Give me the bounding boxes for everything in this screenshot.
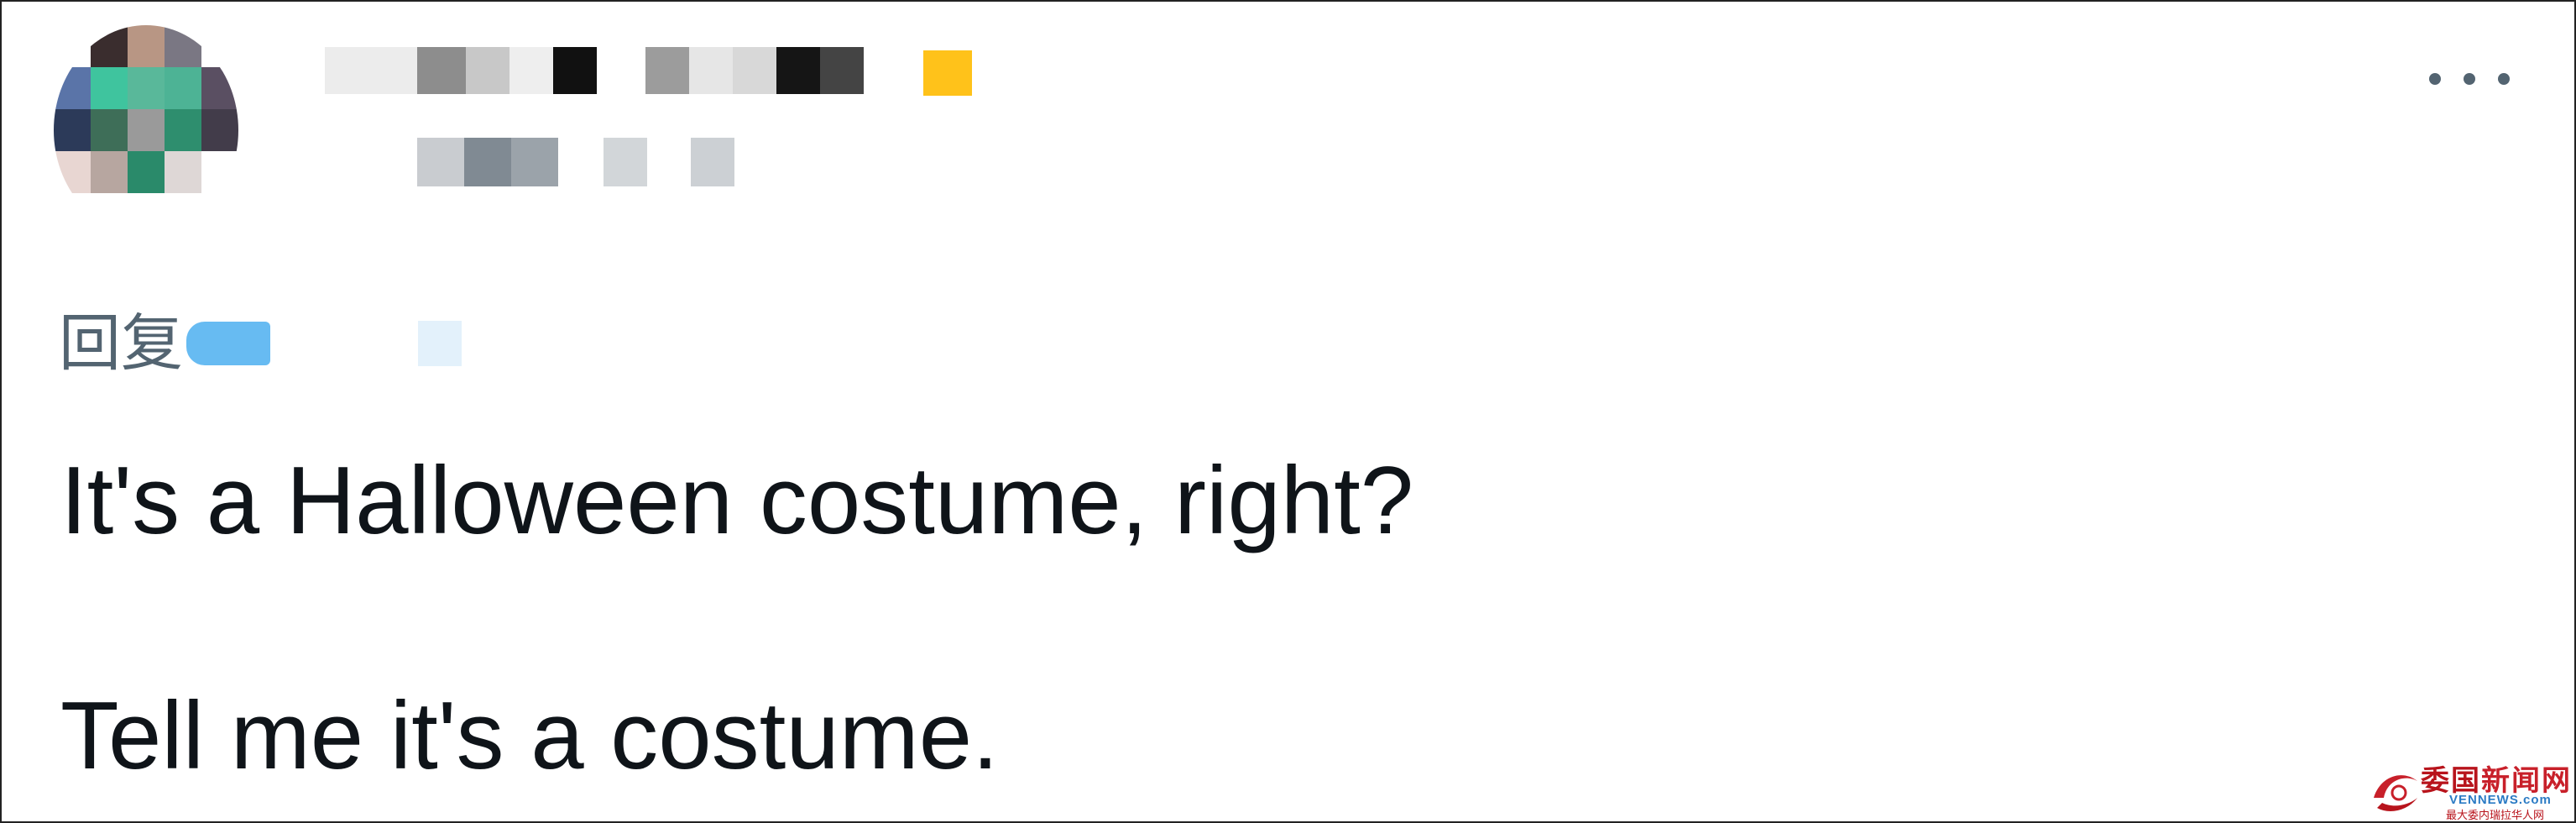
watermark-logo-icon <box>2374 775 2417 811</box>
mention-redacted[interactable] <box>186 322 270 365</box>
verified-badge-icon <box>923 50 972 96</box>
avatar[interactable] <box>54 25 238 235</box>
tweet-text-line: Tell me it's a costume. <box>60 683 999 789</box>
watermark-domain: VENNEWS.com <box>2449 793 2552 807</box>
watermark-slogan: 最大委内瑞拉华人网 <box>2446 810 2545 822</box>
more-horizontal-icon <box>2464 73 2475 85</box>
tweet-text-line: It's a Halloween costume, right? <box>60 448 1414 554</box>
watermark: 委国新闻网 VENNEWS.com 最大委内瑞拉华人网 <box>2369 757 2573 822</box>
more-horizontal-icon <box>2498 73 2510 85</box>
mention-redacted[interactable] <box>418 321 462 366</box>
more-horizontal-icon <box>2429 73 2441 85</box>
more-options-button[interactable] <box>2429 62 2510 96</box>
reply-to-line: 回复 <box>59 306 462 381</box>
handle-redacted[interactable] <box>417 138 734 186</box>
tweet-card: 回复 It's a Halloween costume, right? Tell… <box>0 0 2576 823</box>
reply-label: 回复 <box>59 308 183 378</box>
display-name-redacted[interactable] <box>325 47 864 94</box>
